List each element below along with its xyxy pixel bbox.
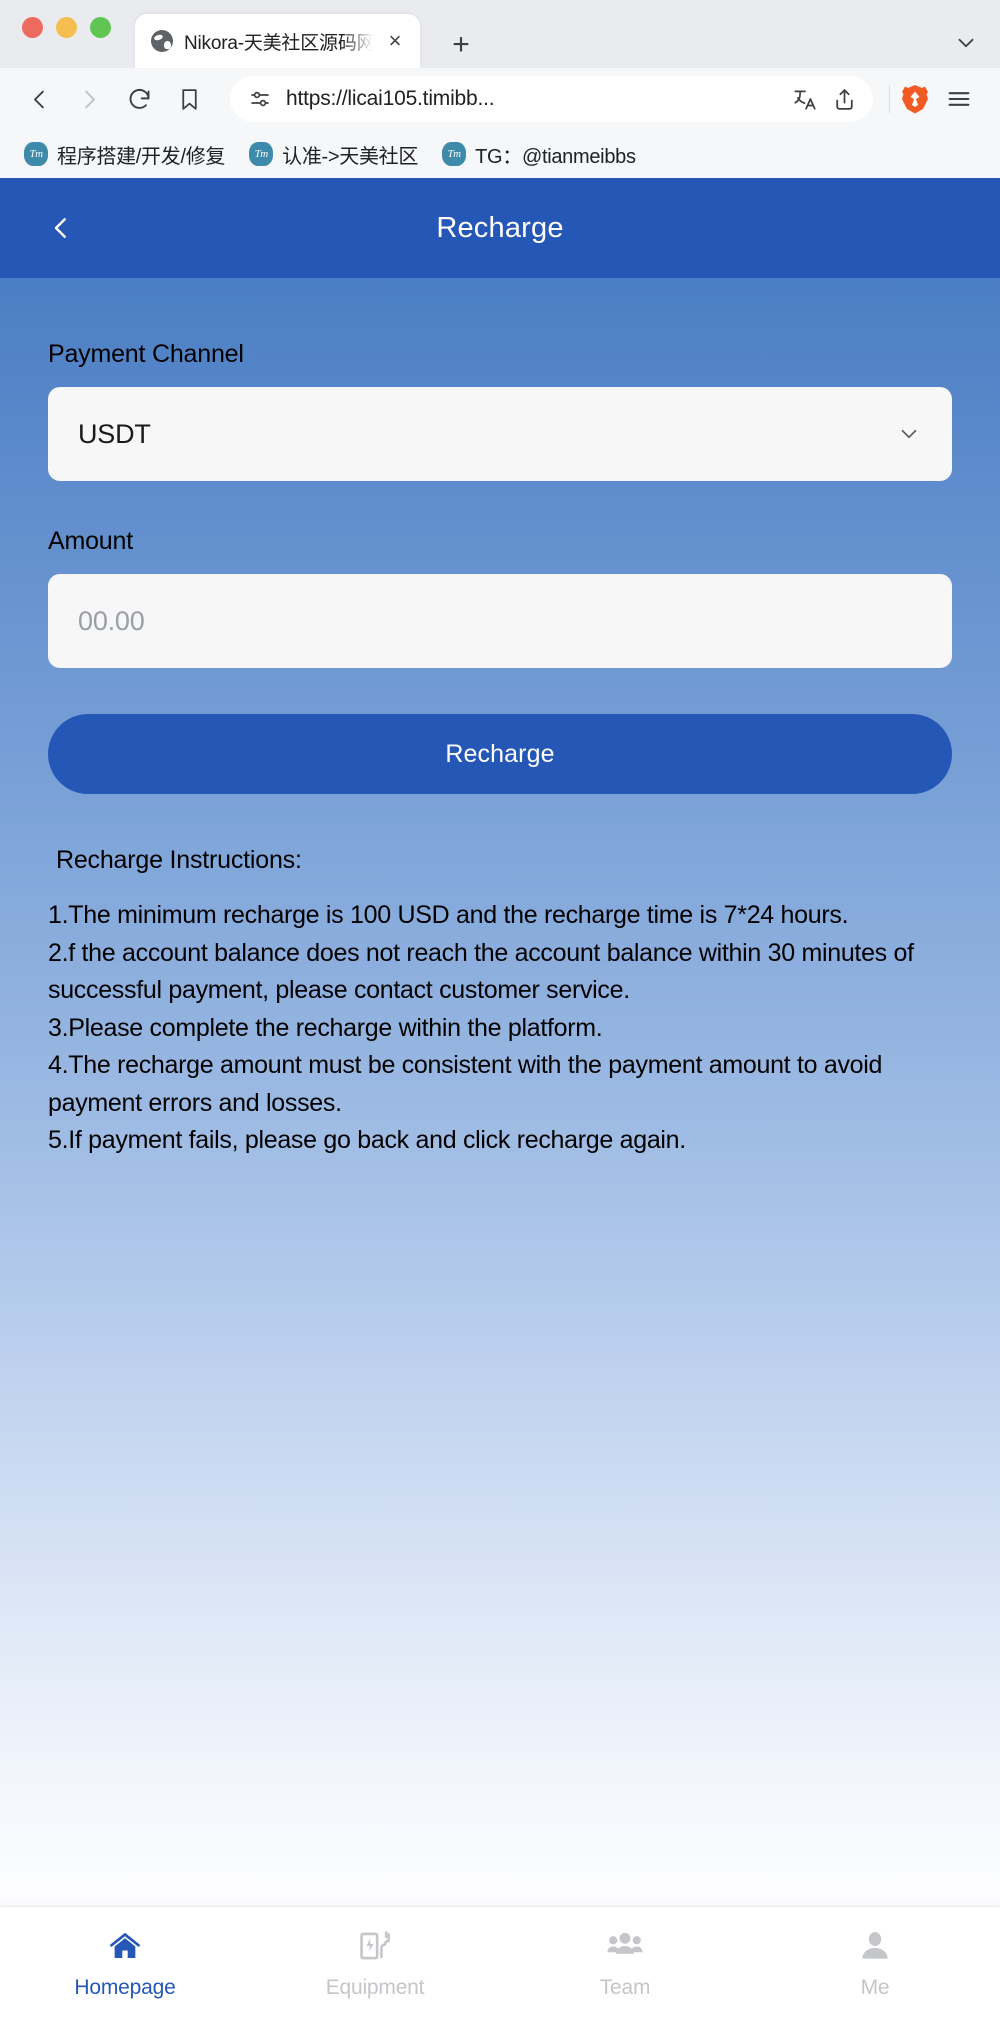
tabbar-label: Equipment [325,1975,425,1999]
instruction-item: 1.The minimum recharge is 100 USD and th… [48,901,849,929]
globe-icon [151,30,173,52]
tm-site-icon: Tm [249,142,274,166]
bookmark-icon[interactable] [166,76,212,122]
tabbar-label: Team [599,1975,651,1999]
window-traffic-lights [22,0,111,68]
bookmark-label: 程序搭建/开发/修复 [57,145,226,168]
tabbar-item-team[interactable]: Team [500,1907,750,2018]
bookmark-item-2[interactable]: Tm TG：@tianmeibbs [432,136,650,173]
close-window-button[interactable] [22,16,43,38]
tab-strip: Nikora-天美社区源码网timibbs × + [0,0,1000,68]
address-bar[interactable]: https://licai105.timibb... [230,76,873,122]
payment-channel-select[interactable]: USDT [48,387,952,481]
bookmark-label: 认准->天美社区 [282,145,419,168]
tm-site-icon: Tm [442,142,467,166]
new-tab-button[interactable]: + [444,28,478,68]
tabbar-label: Me [860,1975,890,1999]
people-icon [607,1926,643,1966]
instructions-title: Recharge Instructions: [56,846,302,874]
reload-icon[interactable] [116,76,162,122]
instruction-item: 3.Please complete the recharge within th… [48,1013,603,1042]
forward-arrow-icon[interactable] [66,76,112,122]
app-header: Recharge [0,178,1000,278]
browser-tab[interactable]: Nikora-天美社区源码网timibbs × [135,14,420,68]
chevron-down-icon [896,421,922,447]
person-icon [859,1926,891,1966]
app-body: Payment Channel USDT Amount 00.00 Rechar… [0,278,1000,2018]
close-icon[interactable]: × [384,30,406,52]
recharge-submit-button[interactable]: Recharge [48,714,952,794]
instructions-list: 1.The minimum recharge is 100 USD and th… [48,897,952,1160]
tabbar-item-me[interactable]: Me [750,1907,1000,2018]
amount-placeholder: 00.00 [78,605,145,636]
bottom-tabbar: Homepage Equipment Team Me [0,1906,1000,2018]
payment-channel-label: Payment Channel [48,340,244,368]
page-viewport: Recharge Payment Channel USDT Amount 00.… [0,178,1000,2018]
translate-icon[interactable] [792,86,818,112]
url-text: https://licai105.timibb... [286,87,495,110]
sliders-icon[interactable] [248,87,272,111]
bookmarks-bar: Tm 程序搭建/开发/修复 Tm 认准->天美社区 Tm TG：@tianmei… [0,130,1000,178]
tab-title: Nikora-天美社区源码网timibbs [184,32,373,54]
amount-label: Amount [48,527,133,555]
tabbar-item-equipment[interactable]: Equipment [250,1907,500,2018]
home-icon [107,1926,143,1966]
back-arrow-icon[interactable] [16,76,62,122]
bookmark-item-1[interactable]: Tm 认准->天美社区 [239,136,432,173]
instruction-item: 4.The recharge amount must be consistent… [48,1051,883,1117]
tm-site-icon: Tm [24,142,48,166]
tabbar-item-homepage[interactable]: Homepage [0,1907,250,2018]
amount-input[interactable]: 00.00 [48,574,952,668]
share-icon[interactable] [832,87,857,112]
instruction-item: 5.If payment fails, please go back and c… [48,1126,686,1154]
toolbar-divider [889,85,890,113]
browser-toolbar: https://licai105.timibb... [0,68,1000,130]
browser-window: Nikora-天美社区源码网timibbs × + https://licai1… [0,0,1000,2018]
chevron-down-icon[interactable] [948,32,984,68]
hamburger-menu-icon[interactable] [936,76,982,122]
brave-lion-icon[interactable] [898,82,932,116]
tabbar-label: Homepage [74,1975,176,1999]
page-title: Recharge [436,211,564,244]
bookmark-label: TG：@tianmeibbs [475,145,636,168]
chevron-left-icon[interactable] [44,211,78,245]
maximize-window-button[interactable] [90,16,111,38]
bookmark-item-0[interactable]: Tm 程序搭建/开发/修复 [14,136,239,173]
minimize-window-button[interactable] [56,16,77,38]
instruction-item: 2.f the account balance does not reach t… [48,938,914,1005]
ev-charger-icon [358,1926,392,1966]
payment-channel-value: USDT [78,418,151,449]
